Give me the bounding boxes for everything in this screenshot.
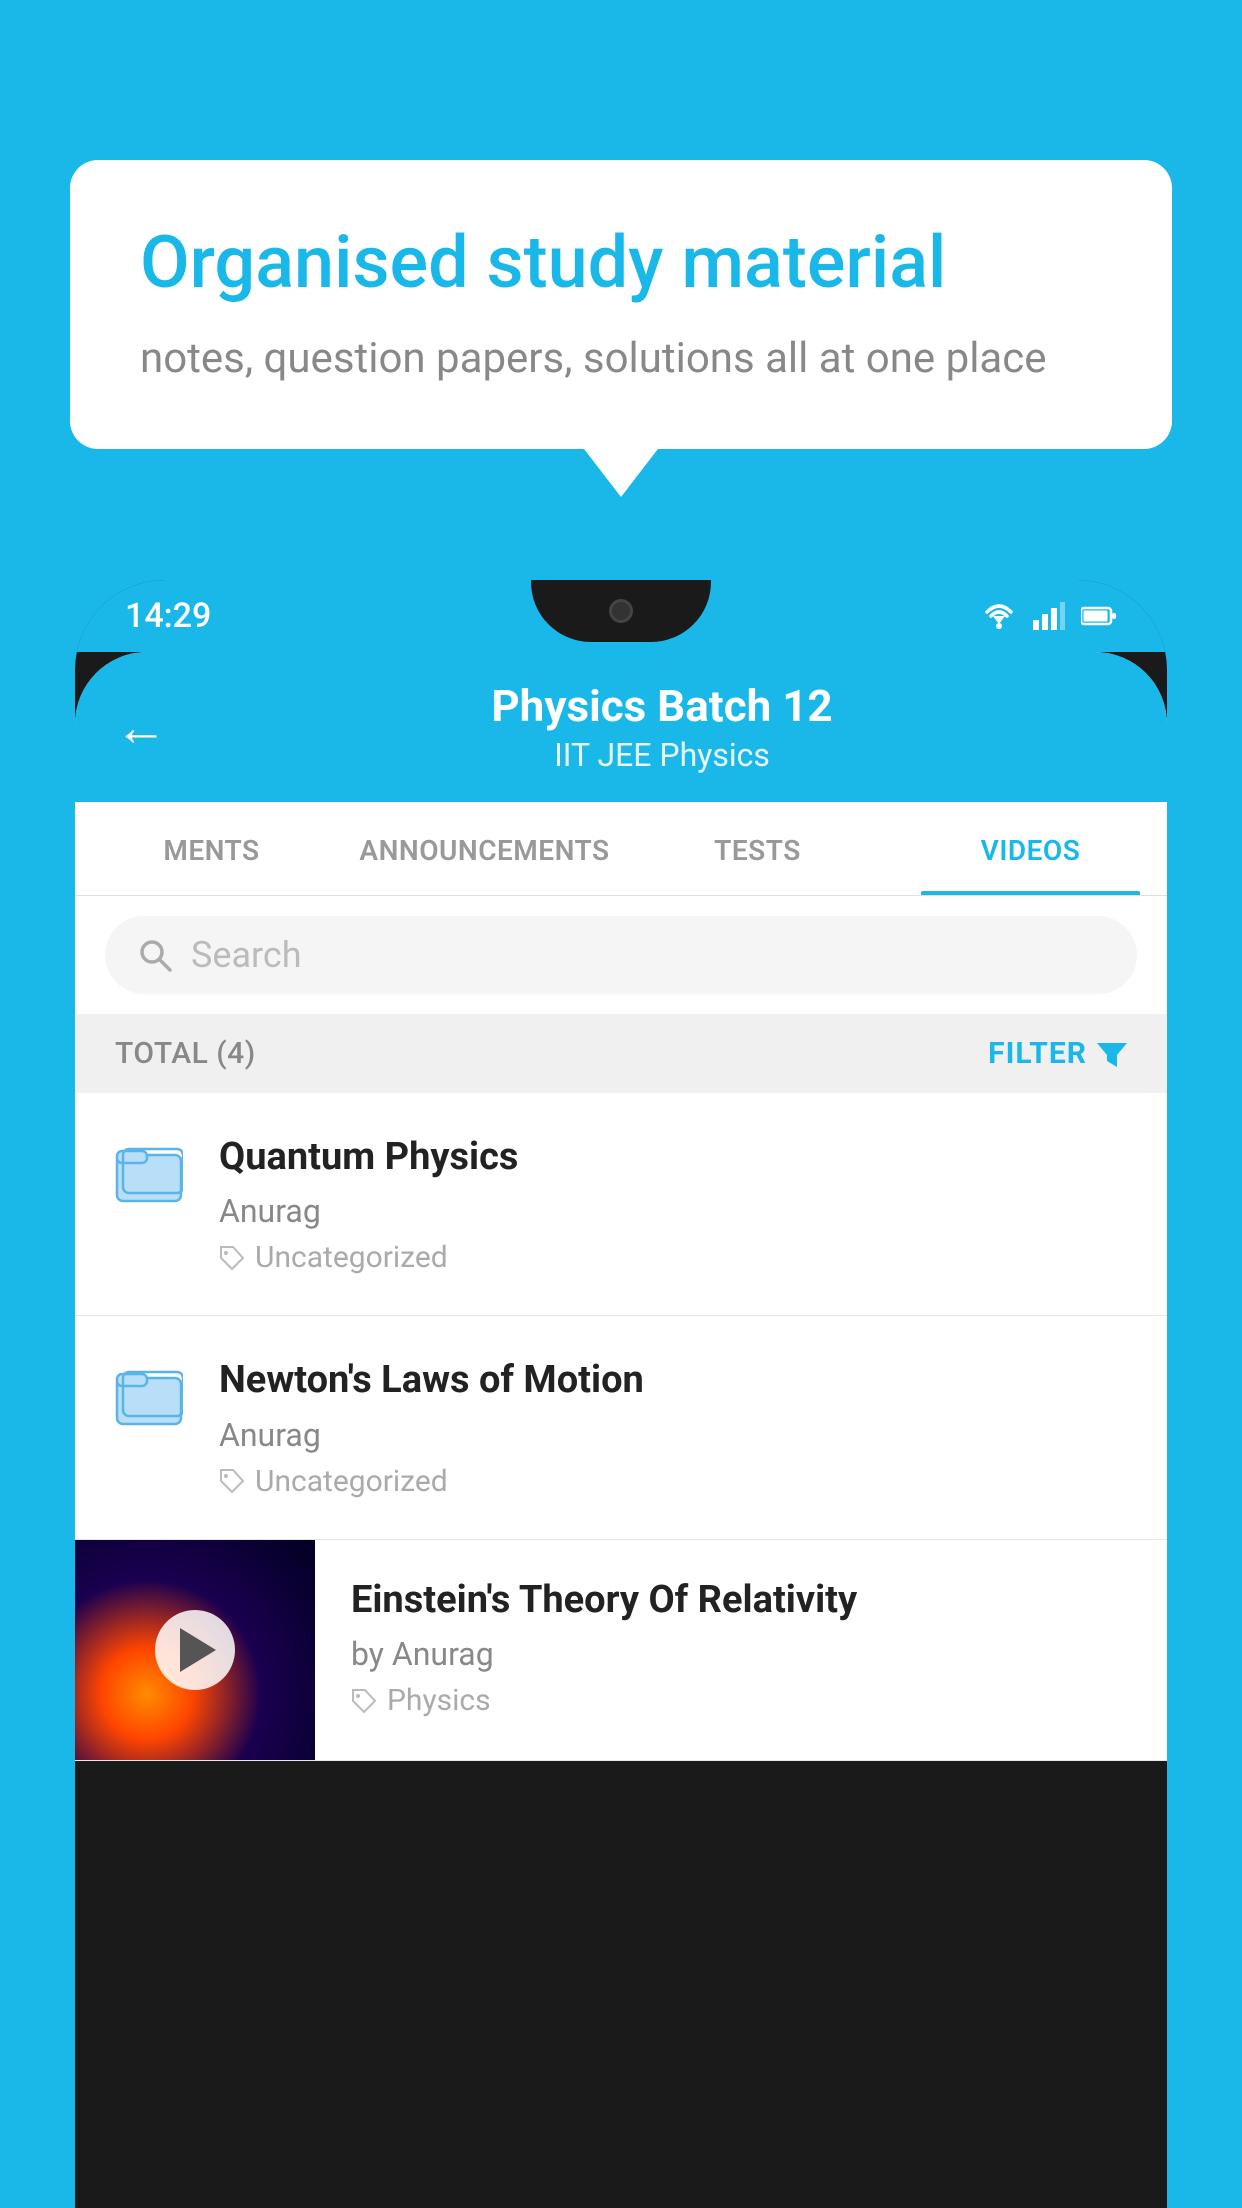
video-thumbnail: [75, 1540, 315, 1760]
item-title: Quantum Physics: [219, 1133, 1127, 1182]
filter-button[interactable]: FILTER: [988, 1036, 1127, 1071]
list-container: Quantum Physics Anurag Uncategorized: [75, 1093, 1167, 1761]
search-placeholder: Search: [191, 934, 302, 976]
item-title: Newton's Laws of Motion: [219, 1356, 1127, 1405]
list-item-video[interactable]: Einstein's Theory Of Relativity by Anura…: [75, 1540, 1167, 1761]
tag-icon: [219, 1468, 245, 1494]
play-triangle-icon: [180, 1628, 216, 1672]
tab-videos[interactable]: VIDEOS: [894, 802, 1167, 895]
total-count-label: TOTAL (4): [115, 1036, 256, 1071]
folder-icon: [115, 1360, 183, 1432]
speech-bubble-card: Organised study material notes, question…: [70, 160, 1172, 449]
status-time: 14:29: [125, 596, 211, 636]
list-item[interactable]: Newton's Laws of Motion Anurag Uncategor…: [75, 1316, 1167, 1539]
filter-icon: [1097, 1039, 1127, 1069]
tag-label: Uncategorized: [255, 1240, 448, 1275]
tab-announcements[interactable]: ANNOUNCEMENTS: [348, 802, 621, 895]
tag-icon: [351, 1688, 377, 1714]
status-bar: 14:29: [75, 580, 1167, 652]
search-bar[interactable]: Search: [105, 916, 1137, 994]
header-info: Physics Batch 12 IIT JEE Physics: [197, 680, 1127, 774]
search-section: Search: [75, 896, 1167, 1014]
filter-label: FILTER: [988, 1036, 1087, 1071]
item-content: Newton's Laws of Motion Anurag Uncategor…: [219, 1356, 1127, 1498]
status-icons: [981, 602, 1117, 630]
notch: [531, 580, 711, 642]
app-header: ← Physics Batch 12 IIT JEE Physics: [75, 652, 1167, 802]
tag-label: Uncategorized: [255, 1464, 448, 1499]
item-author: Anurag: [219, 1416, 1127, 1454]
search-icon: [137, 937, 173, 973]
tab-ments[interactable]: MENTS: [75, 802, 348, 895]
video-author: by Anurag: [351, 1635, 1131, 1673]
header-subtitle: IIT JEE Physics: [197, 736, 1127, 774]
filter-bar: TOTAL (4) FILTER: [75, 1014, 1167, 1093]
list-item[interactable]: Quantum Physics Anurag Uncategorized: [75, 1093, 1167, 1316]
video-content: Einstein's Theory Of Relativity by Anura…: [315, 1540, 1167, 1754]
item-tag: Uncategorized: [219, 1464, 1127, 1499]
item-author: Anurag: [219, 1192, 1127, 1230]
tag-icon: [219, 1245, 245, 1271]
folder-icon: [115, 1137, 183, 1209]
phone-screen: ← Physics Batch 12 IIT JEE Physics MENTS…: [75, 652, 1167, 1761]
battery-icon: [1081, 606, 1117, 626]
video-tag: Physics: [351, 1683, 1131, 1718]
phone-frame: 14:29: [75, 580, 1167, 2208]
camera-dot: [609, 599, 633, 623]
tab-tests[interactable]: TESTS: [621, 802, 894, 895]
signal-icon: [1033, 602, 1065, 630]
speech-bubble: Organised study material notes, question…: [70, 160, 1172, 449]
back-button[interactable]: ←: [115, 697, 167, 758]
wifi-icon: [981, 602, 1017, 630]
tag-label: Physics: [387, 1683, 491, 1718]
speech-bubble-title: Organised study material: [140, 220, 1102, 306]
play-button[interactable]: [155, 1610, 235, 1690]
item-tag: Uncategorized: [219, 1240, 1127, 1275]
tabs-bar: MENTS ANNOUNCEMENTS TESTS VIDEOS: [75, 802, 1167, 896]
speech-bubble-subtitle: notes, question papers, solutions all at…: [140, 330, 1102, 389]
header-title: Physics Batch 12: [197, 680, 1127, 732]
item-content: Quantum Physics Anurag Uncategorized: [219, 1133, 1127, 1275]
video-title: Einstein's Theory Of Relativity: [351, 1576, 1131, 1625]
